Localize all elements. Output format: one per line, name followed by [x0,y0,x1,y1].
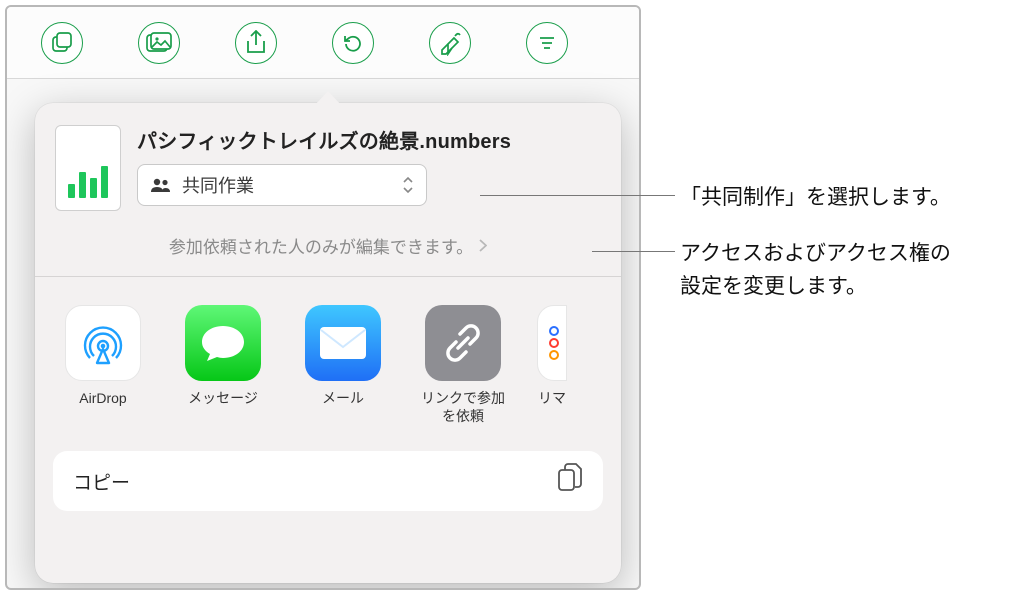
permission-row[interactable]: 参加依頼された人のみが編集できます。 [35,233,621,276]
app-label: リンクで参加 を依頼 [421,389,505,425]
copy-icon [557,463,583,499]
more-button[interactable] [526,22,568,64]
share-button[interactable] [235,22,277,64]
reminders-icon [537,305,567,381]
copy-action[interactable]: コピー [53,451,603,511]
copy-action-label: コピー [73,468,130,495]
undo-button[interactable] [332,22,374,64]
app-label: メッセージ [188,389,258,407]
document-icon [55,125,121,211]
popover-arrow-icon [315,91,341,105]
mail-icon [305,305,381,381]
callout-permission: アクセスおよびアクセス権の 設定を変更します。 [680,238,951,303]
toolbar [7,7,639,79]
chevron-up-down-icon [402,176,414,194]
app-frame: パシフィックトレイルズの絶景.numbers 共同作業 [5,5,641,590]
share-app-mail[interactable]: メール [297,305,389,425]
share-apps-row: AirDrop メッセージ メール [35,277,621,435]
messages-icon [185,305,261,381]
callout-line [592,251,675,252]
callout-line [480,195,675,196]
media-button[interactable] [138,22,180,64]
share-app-messages[interactable]: メッセージ [177,305,269,425]
airdrop-icon [65,305,141,381]
chevron-right-icon [479,239,487,252]
format-button[interactable] [429,22,471,64]
collaboration-select[interactable]: 共同作業 [137,164,427,206]
app-label: メール [322,389,364,407]
people-icon [150,177,172,193]
link-icon [425,305,501,381]
permission-text: 参加依頼された人のみが編集できます。 [169,233,473,258]
app-label: リマ [538,389,566,407]
callout-collab: 「共同制作」を選択します。 [680,182,951,215]
share-popover: パシフィックトレイルズの絶景.numbers 共同作業 [35,103,621,583]
app-label: AirDrop [79,389,126,407]
share-app-link-invite[interactable]: リンクで参加 を依頼 [417,305,509,425]
new-doc-button[interactable] [41,22,83,64]
file-title: パシフィックトレイルズの絶景.numbers [137,125,601,154]
collab-select-label: 共同作業 [182,172,254,198]
share-app-airdrop[interactable]: AirDrop [57,305,149,425]
share-app-reminders[interactable]: リマ [537,305,567,425]
